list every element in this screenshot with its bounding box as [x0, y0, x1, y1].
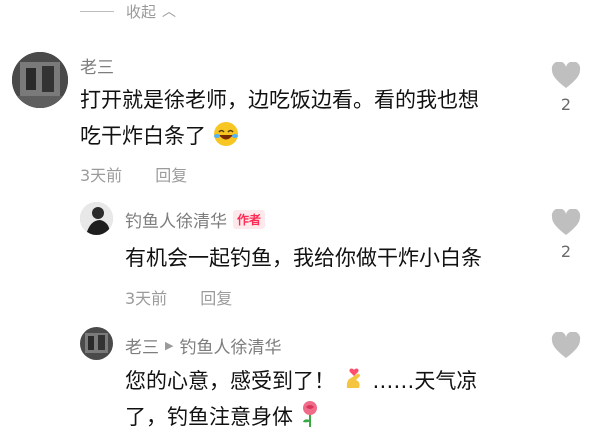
heart-icon	[551, 332, 581, 358]
reply-button[interactable]: 回复	[200, 289, 232, 308]
chevron-up-icon: ︿	[162, 4, 177, 20]
laughing-emoji-icon	[213, 122, 238, 146]
heart-icon	[551, 209, 581, 235]
rose-emoji-icon	[302, 401, 317, 427]
comment-username[interactable]: 老三	[80, 53, 114, 78]
reply-to-username[interactable]: 钓鱼人徐清华	[179, 333, 281, 358]
finger-heart-emoji-icon	[346, 368, 360, 388]
comment-header: 钓鱼人徐清华 作者	[125, 207, 266, 232]
author-badge: 作者	[233, 210, 266, 229]
comment-text-line: 了，钓鱼注意身体	[125, 405, 293, 429]
comment-text-line: ……天气凉	[372, 369, 478, 393]
comment-username[interactable]: 老三	[125, 333, 159, 358]
comment-meta: 3天前 回复	[125, 285, 260, 309]
comment-username[interactable]: 钓鱼人徐清华	[125, 207, 227, 232]
comment-text: 您的心意，感受到了！ ……天气凉 了，钓鱼注意身体	[125, 363, 545, 435]
comment-text-line: 吃干炸白条了	[80, 124, 206, 148]
like-count: 2	[560, 95, 572, 114]
comment-time: 3天前	[80, 166, 123, 185]
comment-text-line: 您的心意，感受到了！	[125, 369, 335, 393]
collapse-label: 收起	[126, 2, 157, 21]
comment-text-line: 打开就是徐老师，边吃饭边看。看的我也想	[80, 88, 479, 112]
collapse-replies[interactable]: 收起 ︿	[80, 0, 176, 22]
avatar[interactable]	[80, 327, 113, 360]
comment-header: 老三 ▶ 钓鱼人徐清华	[125, 333, 281, 358]
comment-time: 3天前	[125, 289, 168, 308]
like-button[interactable]: 2	[550, 62, 582, 114]
like-button[interactable]: 2	[550, 209, 582, 261]
like-count: 2	[560, 242, 572, 261]
heart-icon	[551, 62, 581, 88]
comment-text: 有机会一起钓鱼，我给你做干炸小白条	[125, 246, 482, 270]
like-button[interactable]	[550, 332, 582, 359]
comment-text: 打开就是徐老师，边吃饭边看。看的我也想 吃干炸白条了	[80, 82, 550, 154]
divider-line	[80, 10, 114, 12]
reply-arrow-icon: ▶	[165, 339, 174, 352]
avatar[interactable]	[12, 52, 68, 108]
comment-meta: 3天前 回复	[80, 162, 215, 186]
avatar[interactable]	[80, 202, 113, 235]
reply-button[interactable]: 回复	[155, 166, 187, 185]
